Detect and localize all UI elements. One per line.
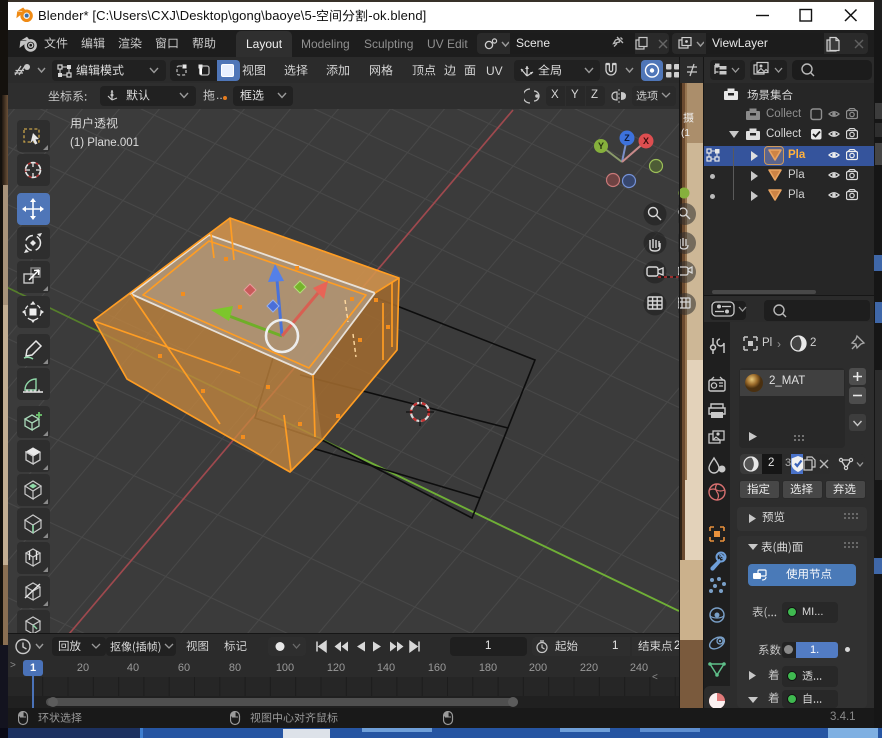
svg-text:Y: Y [598, 141, 604, 151]
svg-text:X: X [643, 136, 649, 146]
svg-text:Z: Z [624, 133, 630, 143]
